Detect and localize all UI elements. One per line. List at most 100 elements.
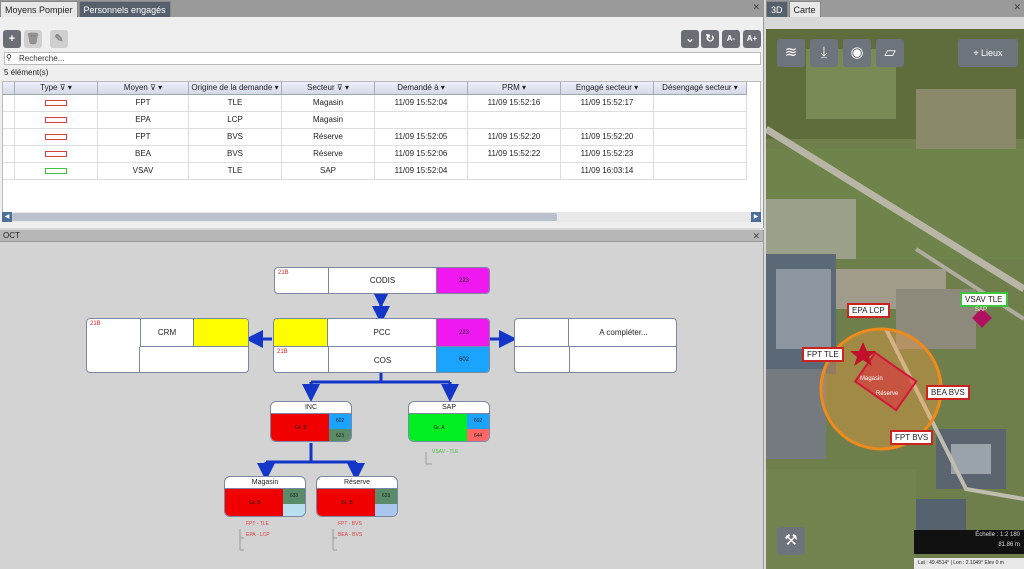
scroll-left-icon[interactable]: ◀: [2, 212, 12, 222]
cell-demande: 11/09 15:52:05: [375, 129, 468, 145]
complete-box[interactable]: A compléter...: [514, 318, 677, 373]
tools-button[interactable]: ⚒: [777, 527, 805, 555]
magasin-code: 633: [283, 489, 305, 504]
table-row[interactable]: FPT TLE Magasin 11/09 15:52:04 11/09 15:52:1…: [3, 95, 747, 112]
cell-engage: [561, 112, 654, 128]
refresh-button[interactable]: ↻: [701, 30, 719, 48]
cell-desengage: [654, 112, 747, 128]
list-item[interactable]: BEA - BVS: [338, 531, 362, 539]
filter-icon[interactable]: ⊽ ▾: [150, 83, 162, 92]
cos-code: 602: [437, 347, 489, 372]
table-row[interactable]: BEA BVS Réserve 11/09 15:52:06 11/09 15:52:2…: [3, 146, 747, 163]
cell-moyen: VSAV: [98, 163, 189, 179]
font-increase-button[interactable]: A+: [743, 30, 761, 48]
col-origine[interactable]: Origine de la demande ▾: [189, 82, 282, 94]
search-icon: ⚲: [6, 53, 12, 62]
scrollbar-thumb[interactable]: [12, 213, 557, 221]
inc-label: INC: [271, 402, 351, 414]
col-moyen[interactable]: Moyen ⊽ ▾: [98, 82, 189, 94]
col-demande[interactable]: Demandé à ▾: [375, 82, 468, 94]
reserve-unit[interactable]: Réserve Gr. B 633: [316, 476, 398, 517]
sort-icon[interactable]: ▾: [634, 83, 638, 92]
vehicle-type-icon: [45, 151, 67, 157]
reserve-vehicle-list: FPT - BVS BEA - BVS: [338, 520, 362, 539]
cell-origine: BVS: [189, 146, 282, 162]
sort-icon[interactable]: ▾: [522, 83, 526, 92]
map-label-epa-lcp[interactable]: EPA LCP: [847, 303, 890, 318]
map-panel: 3D Carte ✕ ≋ ⤓ ◉ ▱ ⌖ Lieux EPA LCP FPT T…: [766, 0, 1024, 569]
col-engage-label: Engagé secteur: [575, 83, 632, 92]
col-type[interactable]: Type ⊽ ▾: [15, 82, 98, 94]
codis-box[interactable]: 21B CODIS 223: [274, 267, 490, 294]
crm-yellow: [194, 319, 248, 347]
map-label-bea-bvs[interactable]: BEA BVS: [926, 385, 970, 400]
close-icon[interactable]: ✕: [752, 2, 760, 13]
col-prm[interactable]: PRM ▾: [468, 82, 561, 94]
cell-engage: 11/09 15:52:17: [561, 95, 654, 111]
vehicle-type-icon: [45, 117, 67, 123]
font-decrease-button[interactable]: A-: [722, 30, 740, 48]
col-engage[interactable]: Engagé secteur ▾: [561, 82, 654, 94]
col-secteur[interactable]: Secteur ⊽ ▾: [282, 82, 375, 94]
sort-icon[interactable]: ▾: [734, 83, 738, 92]
complete-empty-cell: [515, 319, 569, 347]
pcc-box[interactable]: 21B PCC 223 COS 602: [273, 318, 490, 373]
right-tabbar: 3D Carte ✕: [766, 0, 1024, 17]
tab-3d[interactable]: 3D: [766, 1, 788, 17]
edit-button[interactable]: ✎: [50, 30, 68, 48]
lieux-button[interactable]: ⌖ Lieux: [958, 39, 1018, 67]
tab-moyens-pompier[interactable]: Moyens Pompier: [0, 1, 78, 17]
layers-button[interactable]: ≋: [777, 39, 805, 67]
table-header: Type ⊽ ▾ Moyen ⊽ ▾ Origine de la demande…: [3, 82, 747, 95]
close-icon[interactable]: ✕: [752, 230, 760, 242]
row-marker: [3, 163, 15, 179]
sap-unit[interactable]: SAP Gr. A 602 644: [408, 401, 490, 442]
delete-button[interactable]: 🗑: [24, 30, 42, 48]
camera-button[interactable]: ◉: [843, 39, 871, 67]
row-marker: [3, 112, 15, 128]
reserve-label: Réserve: [317, 477, 397, 489]
table-row[interactable]: EPA LCP Magasin: [3, 112, 747, 129]
cell-demande: [375, 112, 468, 128]
cell-desengage: [654, 129, 747, 145]
cell-origine: TLE: [189, 95, 282, 111]
inc-unit[interactable]: INC Gr. B 602 623: [270, 401, 352, 442]
scroll-right-icon[interactable]: ▶: [751, 212, 761, 222]
list-item[interactable]: FPT - BVS: [338, 520, 362, 528]
list-item[interactable]: VSAV - TLE: [432, 448, 459, 456]
add-button[interactable]: +: [3, 30, 21, 48]
crm-box[interactable]: 21B CRM: [86, 318, 249, 373]
horizontal-scrollbar[interactable]: ◀ ▶: [2, 212, 761, 222]
download-button[interactable]: ⤓: [810, 39, 838, 67]
search-input[interactable]: Recherche...: [4, 52, 761, 65]
filter-icon[interactable]: ▾: [275, 83, 279, 92]
reserve-code: 633: [375, 489, 397, 504]
scale-distance: 81.86 m: [998, 542, 1020, 548]
satellite-map[interactable]: ≋ ⤓ ◉ ▱ ⌖ Lieux EPA LCP FPT TLE BEA BVS …: [766, 29, 1024, 569]
list-item[interactable]: EPA - LCP: [246, 531, 270, 539]
left-tabbar: Moyens Pompier Personnels engagés ✕: [0, 0, 763, 17]
table-row[interactable]: VSAV TLE SAP 11/09 15:52:04 11/09 16:03:14: [3, 163, 747, 180]
cell-moyen: FPT: [98, 129, 189, 145]
close-icon[interactable]: ✕: [1013, 2, 1021, 13]
inc-code-2: 623: [329, 429, 351, 441]
map-label-fpt-tle[interactable]: FPT TLE: [802, 347, 844, 362]
row-marker: [3, 82, 15, 94]
measure-button[interactable]: ▱: [876, 39, 904, 67]
list-item[interactable]: FPT - TLE: [246, 520, 270, 528]
col-prm-label: PRM: [501, 83, 520, 92]
map-label-vsav-tle[interactable]: VSAV TLE: [960, 292, 1008, 307]
collapse-button[interactable]: ⌄: [681, 30, 699, 48]
filter-icon[interactable]: ⊽ ▾: [337, 83, 349, 92]
tab-carte[interactable]: Carte: [788, 1, 821, 17]
col-origine-label: Origine de la demande: [191, 83, 273, 92]
filter-icon[interactable]: ⊽ ▾: [60, 83, 72, 92]
tab-personnels-engages[interactable]: Personnels engagés: [78, 1, 171, 17]
magasin-unit[interactable]: Magasin Gr. B 633: [224, 476, 306, 517]
map-label-fpt-bvs[interactable]: FPT BVS: [890, 430, 934, 445]
sort-icon[interactable]: ▾: [441, 83, 445, 92]
table-row[interactable]: FPT BVS Réserve 11/09 15:52:05 11/09 15:52:2…: [3, 129, 747, 146]
type-cell: [15, 95, 98, 111]
scale-ratio: Échelle : 1:2 180: [975, 532, 1020, 538]
col-desengage[interactable]: Désengagé secteur ▾: [654, 82, 747, 94]
